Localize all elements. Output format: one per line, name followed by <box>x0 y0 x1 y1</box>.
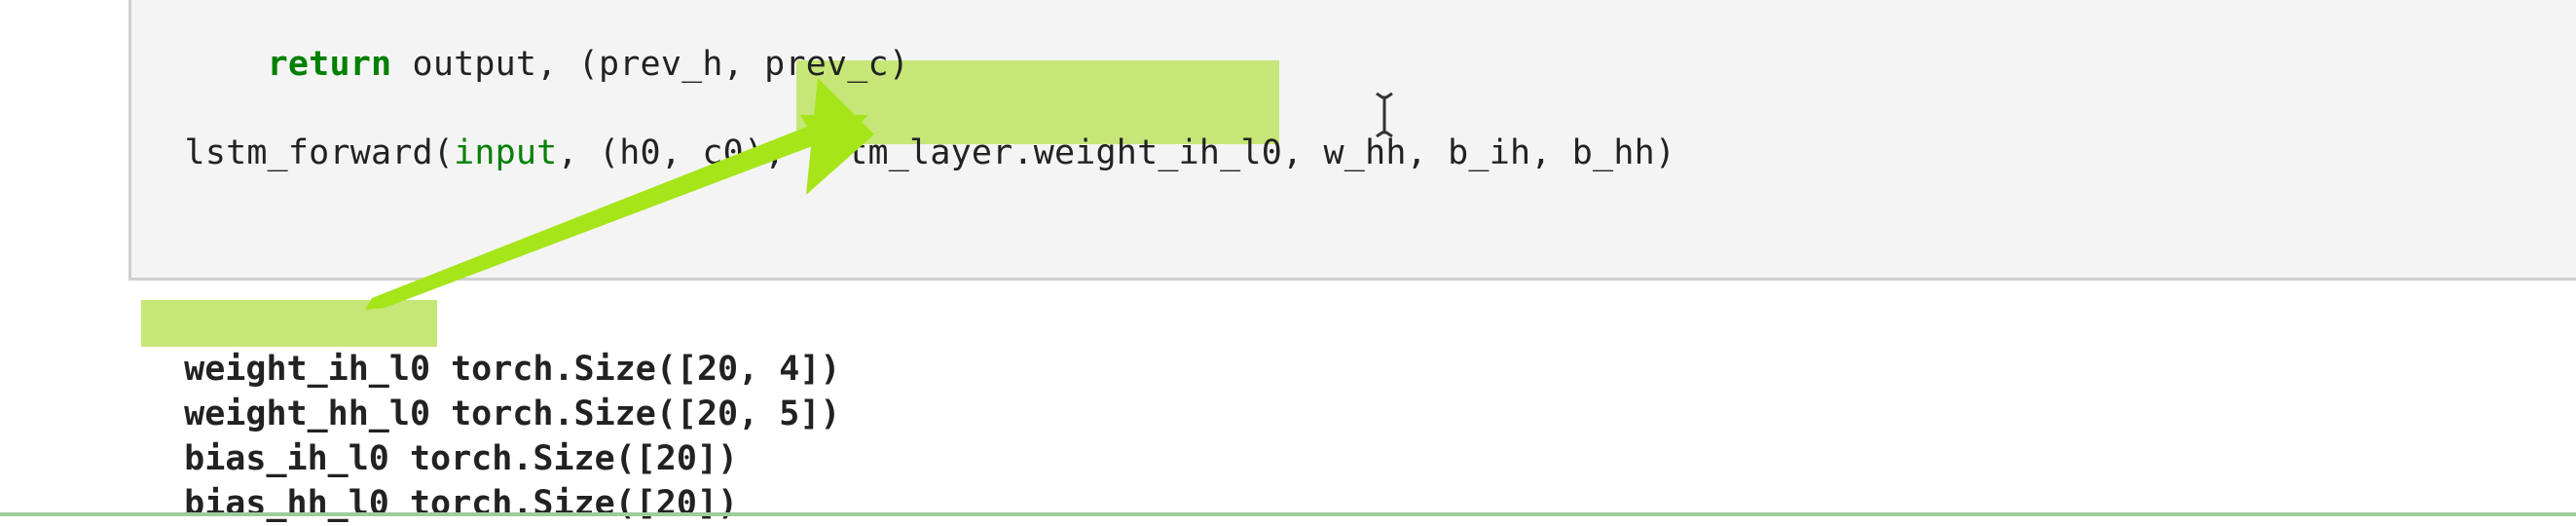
cell-divider <box>0 512 2576 516</box>
highlighted-arg: lstm_layer.weight_ih_ <box>805 133 1241 172</box>
param-size: torch.Size([20]) <box>388 484 739 523</box>
function-call: lstm_forward( <box>184 133 455 172</box>
text-cursor-icon <box>1376 92 1393 138</box>
code-line-lstm-forward[interactable]: lstm_forward(input, (h0, c0), lstm_layer… <box>143 89 1675 174</box>
param-name: bias_hh_l0 <box>184 484 389 523</box>
args-part2: l0, w_hh, b_ih, b_hh) <box>1240 133 1676 172</box>
code-line-return[interactable]: return output, (prev_h, prev_c) <box>143 0 909 86</box>
builtin-input: input <box>454 133 558 172</box>
keyword-return: return <box>267 45 392 84</box>
return-values: output, (prev_h, prev_c) <box>391 45 910 84</box>
args-part1: , (h0, c0), <box>557 133 806 172</box>
